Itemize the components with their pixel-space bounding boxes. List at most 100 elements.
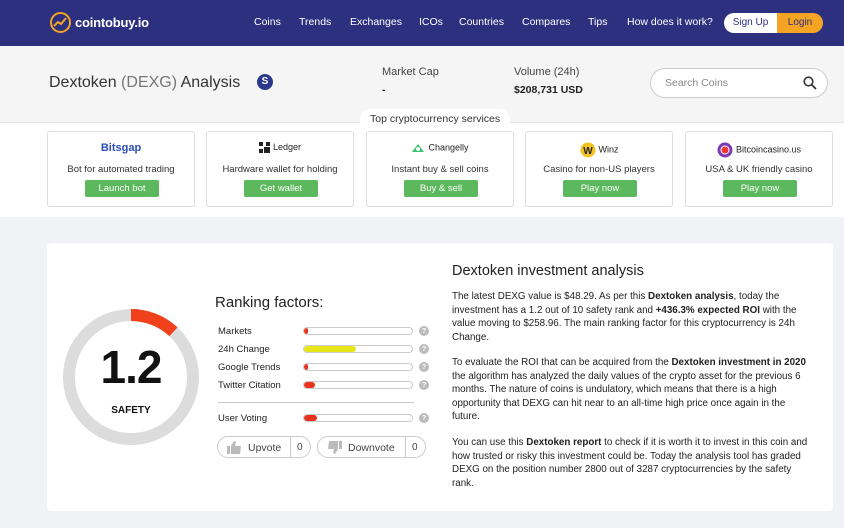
analysis-paragraph-3: You can use this Dextoken report to chec… <box>452 436 814 490</box>
nav-link-exchanges[interactable]: Exchanges <box>350 16 402 28</box>
safety-label: SAFETY <box>111 405 151 416</box>
winz-icon: W <box>580 142 595 158</box>
factor-bar-user-voting <box>303 414 413 422</box>
ledger-icon <box>258 142 270 154</box>
service-name-text: Bitcoincasino.us <box>735 144 802 155</box>
safety-score: 1.2 <box>100 341 163 393</box>
text-bold: Dextoken investment in 2020 <box>671 357 806 368</box>
text: You can use this <box>452 437 527 448</box>
nav-link-trends[interactable]: Trends <box>299 16 331 28</box>
analysis-paragraph-2: To evaluate the ROI that can be acquired… <box>452 356 814 424</box>
upvote-button[interactable]: Upvote 0 <box>217 436 311 458</box>
service-name-text: Ledger <box>272 142 302 152</box>
service-card-bitsgap[interactable]: Bitsgap Bot for automated trading Launch… <box>47 131 195 207</box>
factor-bar-fill <box>304 382 315 388</box>
nav-link-coins[interactable]: Coins <box>254 16 281 28</box>
service-card-bitcoincasino[interactable]: Bitcoincasino.us USA & UK friendly casin… <box>685 131 833 207</box>
upvote-label: Upvote <box>248 442 282 454</box>
play-now-button[interactable]: Play now <box>563 180 637 197</box>
service-card-changelly[interactable]: Changelly Instant buy & sell coins Buy &… <box>366 131 514 207</box>
downvote-label: Downvote <box>348 442 395 454</box>
service-desc: Hardware wallet for holding <box>222 164 338 175</box>
help-icon[interactable]: ? <box>419 326 429 336</box>
factor-bar-24h-change <box>303 345 413 353</box>
service-desc: Casino for non-US players <box>543 164 655 175</box>
text-bold: +436.3% expected ROI <box>655 304 760 316</box>
service-desc: USA & UK friendly casino <box>705 164 813 175</box>
ranking-factors-title: Ranking factors: <box>215 294 324 311</box>
downvote-count: 0 <box>412 442 418 453</box>
divider <box>218 402 414 403</box>
service-name: Ledger <box>207 142 353 154</box>
buy-sell-button[interactable]: Buy & sell <box>404 180 478 197</box>
volume-label: Volume (24h) <box>514 66 580 78</box>
nav-link-how-it-works[interactable]: How does it work? <box>627 16 713 28</box>
service-name: W Winz <box>526 142 672 158</box>
nav-link-tips[interactable]: Tips <box>588 16 607 28</box>
thumbs-up-icon <box>227 441 241 454</box>
services-label: Top cryptocurrency services <box>360 109 511 129</box>
signup-button[interactable]: Sign Up <box>724 13 777 33</box>
factor-bar-fill <box>304 328 309 334</box>
divider <box>405 437 406 457</box>
service-name: Bitcoincasino.us <box>686 142 832 158</box>
service-desc: Bot for automated trading <box>67 164 175 175</box>
thumbs-down-icon <box>328 441 342 454</box>
logo[interactable]: cointobuy.io <box>50 12 149 33</box>
nav-link-icos[interactable]: ICOs <box>419 16 443 28</box>
factor-bar-fill <box>304 415 317 421</box>
login-button[interactable]: Login <box>777 13 823 33</box>
market-cap-value: - <box>382 84 386 96</box>
help-icon[interactable]: ? <box>419 362 429 372</box>
factor-label-user-voting: User Voting <box>218 413 268 424</box>
service-card-ledger[interactable]: Ledger Hardware wallet for holding Get w… <box>206 131 354 207</box>
play-now-button[interactable]: Play now <box>723 180 797 197</box>
nav-link-compares[interactable]: Compares <box>522 16 570 28</box>
help-icon[interactable]: ? <box>419 413 429 423</box>
help-icon[interactable]: ? <box>419 380 429 390</box>
service-name: Changelly <box>367 142 513 154</box>
analysis-card: 1.2 SAFETY Ranking factors: Markets ? 24… <box>47 243 833 511</box>
factor-bar-markets <box>303 327 413 335</box>
factor-label-24h-change: 24h Change <box>218 344 270 355</box>
upvote-count: 0 <box>297 442 303 453</box>
top-navbar: cointobuy.io Coins Trends Exchanges ICOs… <box>0 0 844 46</box>
text: the algorithm has analyzed the daily val… <box>452 370 801 423</box>
title-suffix: Analysis <box>180 74 241 91</box>
bitcoincasino-icon <box>717 142 733 158</box>
get-wallet-button[interactable]: Get wallet <box>244 180 318 197</box>
logo-icon <box>50 12 71 33</box>
text: The latest DEXG value is $48.29. As per … <box>452 291 649 302</box>
search-icon[interactable] <box>803 76 817 90</box>
service-name-text: Winz <box>598 144 619 155</box>
analysis-title: Dextoken investment analysis <box>452 263 644 279</box>
svg-text:W: W <box>583 146 593 157</box>
search-input[interactable] <box>665 77 795 89</box>
text-bold: Dextoken analysis <box>648 291 734 302</box>
service-card-winz[interactable]: W Winz Casino for non-US players Play now <box>525 131 673 207</box>
analysis-paragraph-1: The latest DEXG value is $48.29. As per … <box>452 290 814 344</box>
factor-label-markets: Markets <box>218 326 252 337</box>
help-icon[interactable]: ? <box>419 344 429 354</box>
logo-text: cointobuy.io <box>75 15 149 30</box>
text-bold: Dextoken report <box>526 437 602 448</box>
divider <box>290 437 291 457</box>
nav-link-countries[interactable]: Countries <box>459 16 504 28</box>
volume-value: $208,731 USD <box>514 84 583 96</box>
text: To evaluate the ROI that can be acquired… <box>452 357 672 368</box>
factor-bar-fill <box>304 364 309 370</box>
coin-logo-icon: S <box>257 74 273 90</box>
launch-bot-button[interactable]: Launch bot <box>85 180 159 197</box>
changelly-icon <box>412 144 425 152</box>
downvote-button[interactable]: Downvote 0 <box>317 436 426 458</box>
market-cap-label: Market Cap <box>382 66 439 78</box>
services-section: Top cryptocurrency services Bitsgap Bot … <box>0 109 844 217</box>
factor-bar-fill <box>304 346 356 352</box>
coin-name: Dextoken <box>49 74 117 91</box>
service-name-text: Changelly <box>428 142 469 153</box>
factor-label-google-trends: Google Trends <box>218 362 281 373</box>
service-desc: Instant buy & sell coins <box>391 164 489 175</box>
search-box[interactable] <box>650 68 828 98</box>
coin-symbol: (DEXG) <box>121 74 178 91</box>
service-name: Bitsgap <box>100 142 142 154</box>
